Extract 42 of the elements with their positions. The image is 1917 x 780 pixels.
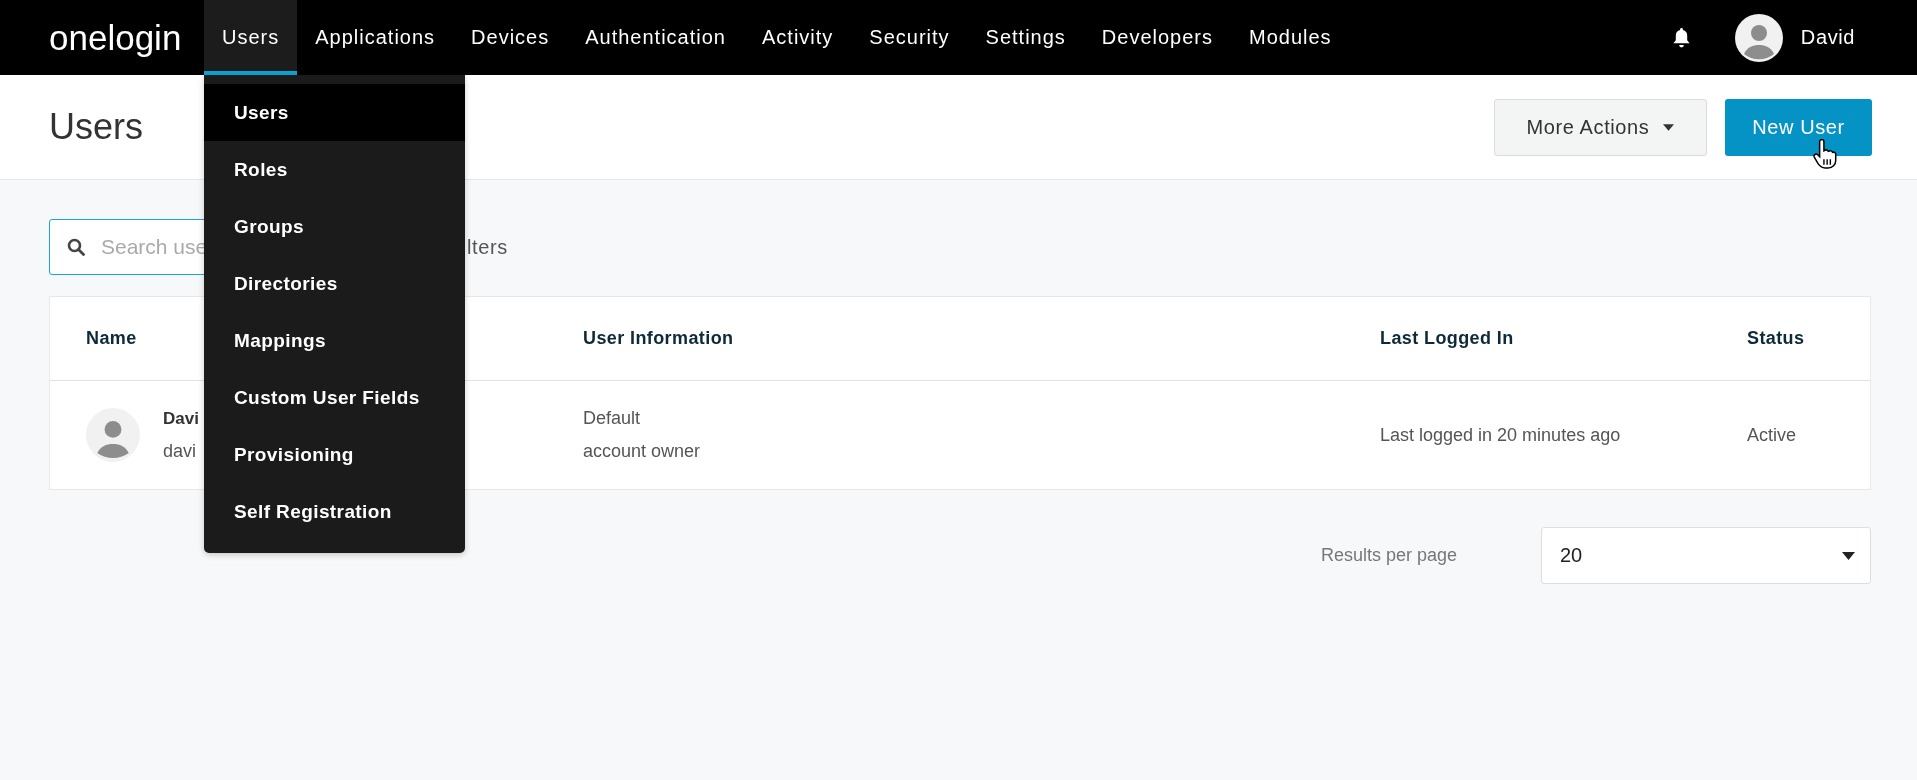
nav-tab[interactable]: Users [204,0,298,75]
menu-item[interactable]: Custom User Fields [204,369,465,426]
nav-tab[interactable]: Activity [744,0,852,75]
new-user-button[interactable]: New User [1725,98,1872,156]
bell-icon[interactable] [1671,27,1691,48]
avatar-icon [86,408,140,462]
caret-icon [1663,123,1675,131]
menu-item[interactable]: Mappings [204,312,465,369]
column-header: Name [86,328,137,349]
more-actions-button[interactable]: More Actions [1494,98,1707,156]
user-email: davi [163,440,198,462]
menu-item[interactable]: Provisioning [204,426,465,483]
caret-icon [1842,551,1855,560]
status-text: Active [1747,424,1797,446]
nav-tab[interactable]: Devices [453,0,568,75]
pointer-cursor-icon [1813,138,1837,169]
menu-item[interactable]: Groups [204,198,465,255]
user-name[interactable]: David [1800,26,1855,49]
user-info-text: Default [583,408,642,429]
results-per-page-select[interactable]: 20 [1541,527,1871,584]
page-title: Users [49,106,143,148]
user-name[interactable]: Davi [163,408,199,429]
menu-item[interactable]: Users [204,84,465,141]
nav-tab[interactable]: Security [851,0,968,75]
menu-item[interactable]: Directories [204,255,465,312]
results-per-page-label: Results per page [1320,545,1457,566]
column-header: Status [1747,328,1805,349]
last-login-text: Last logged in 20 minutes ago [1380,424,1621,446]
column-header: Last Logged In [1380,328,1514,349]
menu-item[interactable]: Self Registration [204,483,465,540]
avatar-icon[interactable] [1734,13,1783,62]
column-header: User Information [583,328,734,349]
nav-tab[interactable]: Applications [297,0,454,75]
logo[interactable]: onelogin [49,17,181,58]
user-info-text: account owner [583,441,701,462]
search-icon [67,238,85,256]
filters-link[interactable]: lters [467,235,508,259]
menu-item[interactable]: Roles [204,141,465,198]
nav-tab[interactable]: Settings [967,0,1084,75]
nav-tab[interactable]: Developers [1083,0,1231,75]
nav-tab[interactable]: Authentication [567,0,744,75]
nav-tab[interactable]: Modules [1231,0,1350,75]
